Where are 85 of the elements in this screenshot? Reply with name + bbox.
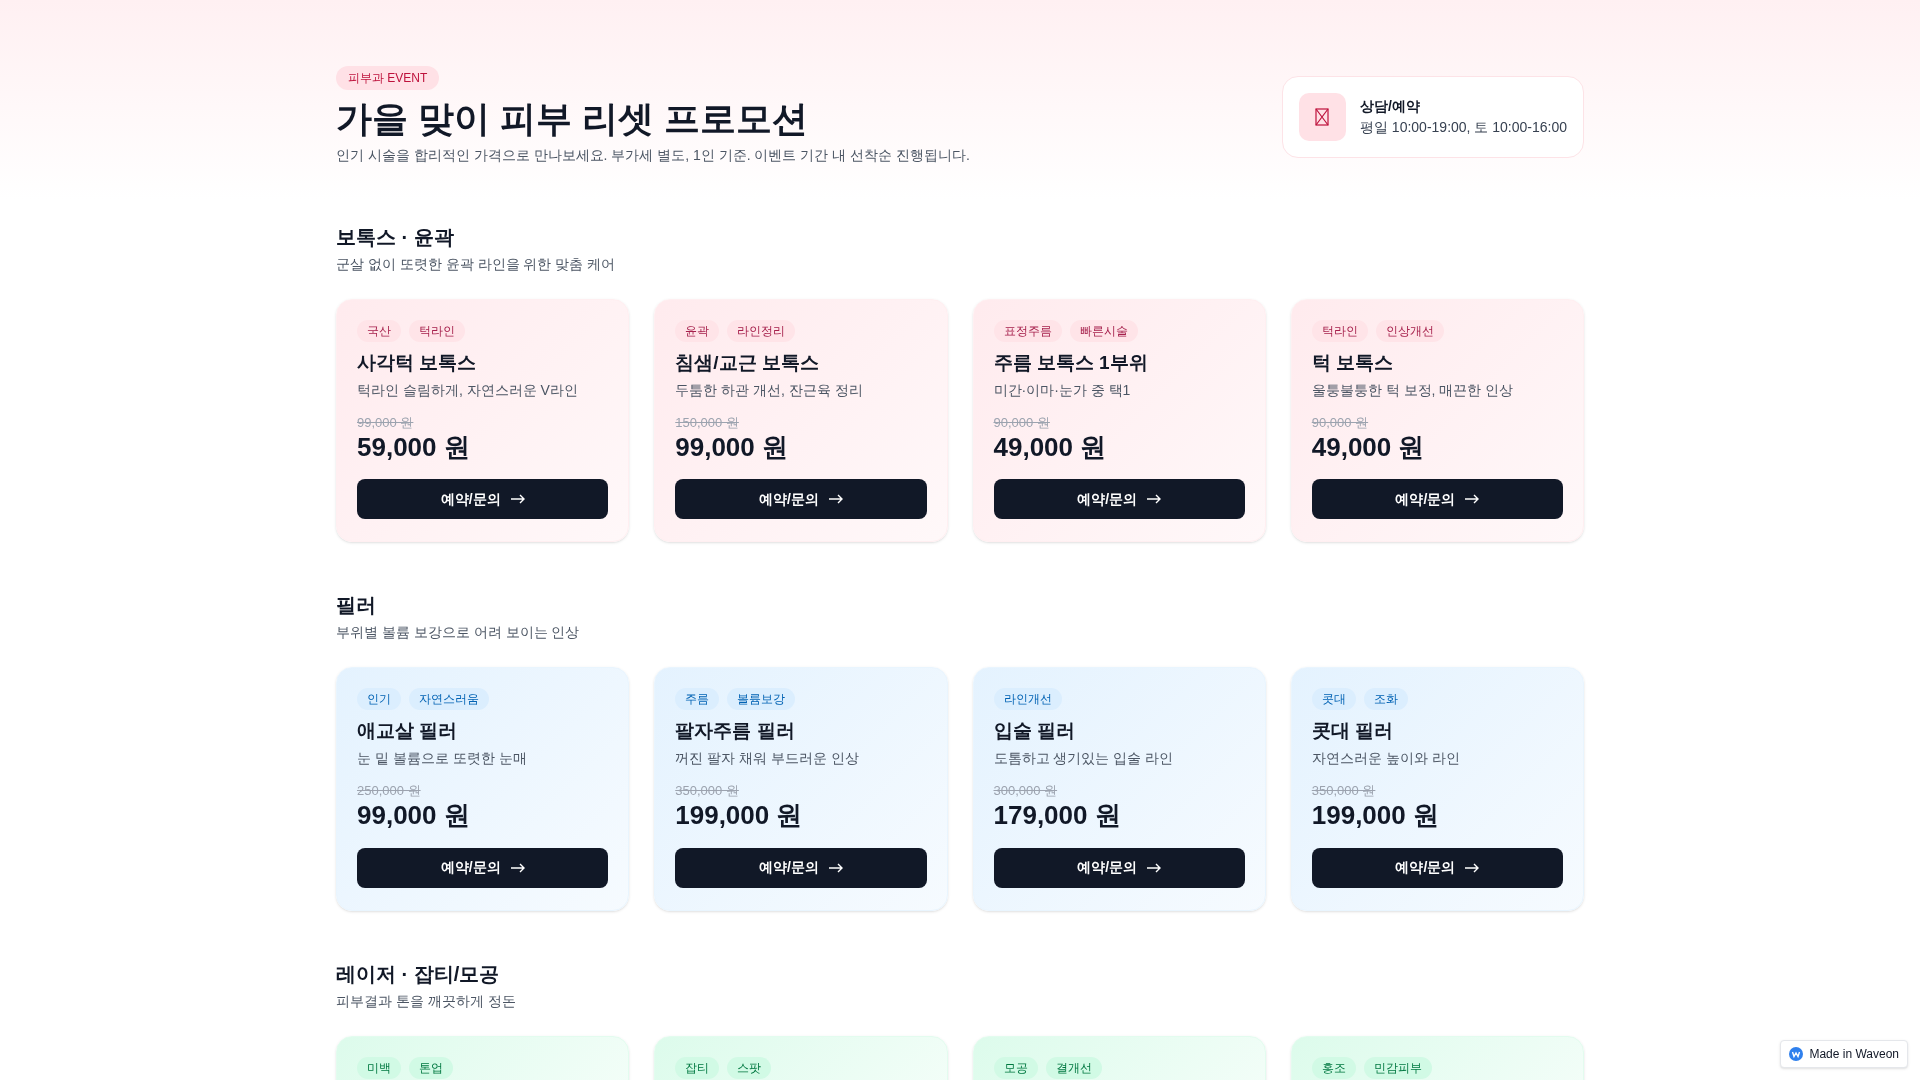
tag: 스팟 <box>727 1056 772 1079</box>
page-subtitle: 인기 시술을 합리적인 가격으로 만나보세요. 부가세 별도, 1인 기준. 이벤트 기간 내 선착순 진행됩니다. <box>336 146 970 165</box>
original-price: 90,000 원 <box>993 413 1051 432</box>
product-description: 두툼한 하관 개선, 잔근육 정리 <box>675 380 864 400</box>
tag: 콧대 <box>1311 688 1356 711</box>
product-name: 턱 보톡스 <box>1311 351 1395 375</box>
arrow-right-icon <box>1147 494 1162 505</box>
arrow-right-icon <box>1465 862 1480 873</box>
tag: 턱라인 <box>1311 320 1368 342</box>
arrow-right-icon <box>1147 862 1162 873</box>
tag: 인상개선 <box>1375 320 1444 342</box>
sale-price: 179,000 원 <box>993 800 1122 832</box>
section-title: 보톡스 · 윤곽 <box>336 225 455 250</box>
product-name: 애교살 필러 <box>357 719 459 744</box>
section-title: 레이저 · 잡티/모공 <box>336 961 501 987</box>
tag: 주름 <box>675 688 720 711</box>
arrow-right-icon <box>828 862 843 873</box>
tag: 빠른시술 <box>1069 320 1138 342</box>
contact-hours: 평일 10:00-19:00, 토 10:00-16:00 <box>1359 118 1567 137</box>
arrow-right-icon <box>510 494 525 505</box>
arrow-right-icon <box>1465 494 1480 505</box>
reserve-button[interactable]: 예약/문의 <box>357 479 609 520</box>
sale-price: 49,000 원 <box>993 432 1108 464</box>
product-name: 침샘/교근 보톡스 <box>675 351 820 375</box>
product-name: 입술 필러 <box>993 719 1076 744</box>
tag: 볼륨보강 <box>727 688 796 711</box>
original-price: 350,000 원 <box>675 781 740 800</box>
section-subtitle: 군살 없이 또렷한 윤곽 라인을 위한 맞춤 케어 <box>336 255 617 274</box>
section-subtitle: 피부결과 톤을 깨끗하게 정돈 <box>336 991 517 1011</box>
reserve-button[interactable]: 예약/문의 <box>1311 479 1563 520</box>
arrow-right-icon <box>828 494 843 505</box>
product-description: 턱라인 슬림하게, 자연스러운 V라인 <box>357 380 579 400</box>
tag: 홍조 <box>1311 1056 1356 1079</box>
original-price: 250,000 원 <box>357 781 422 800</box>
tag: 자연스러움 <box>409 688 489 711</box>
original-price: 300,000 원 <box>993 781 1059 800</box>
sale-price: 199,000 원 <box>1311 800 1440 832</box>
tag: 라인개선 <box>993 688 1062 711</box>
product-description: 울퉁불퉁한 턱 보정, 매끈한 인상 <box>1311 380 1515 400</box>
sale-price: 49,000 원 <box>1311 432 1426 464</box>
logo-icon <box>1789 1047 1804 1061</box>
product-name: 사각턱 보톡스 <box>357 351 478 375</box>
original-price: 99,000 원 <box>357 413 415 432</box>
reserve-button[interactable]: 예약/문의 <box>675 847 927 888</box>
made-in-badge[interactable]: Made in Waveon <box>1780 1040 1908 1068</box>
tag: 결개선 <box>1045 1056 1102 1079</box>
tag: 턱라인 <box>409 320 465 342</box>
section-title: 필러 <box>336 593 377 619</box>
tag: 표정주름 <box>993 320 1062 342</box>
product-name: 팔자주름 필러 <box>675 719 796 744</box>
tag: 라인정리 <box>727 320 796 342</box>
tag: 모공 <box>993 1056 1038 1079</box>
tag: 미백 <box>357 1056 401 1079</box>
tag: 조화 <box>1363 688 1408 711</box>
original-price: 350,000 원 <box>1311 781 1377 800</box>
tag: 잡티 <box>675 1056 720 1079</box>
box-x-icon <box>1315 108 1330 126</box>
product-description: 도톰하고 생기있는 입술 라인 <box>993 748 1175 768</box>
tag: 인기 <box>357 688 401 711</box>
reserve-button[interactable]: 예약/문의 <box>993 479 1245 520</box>
contact-title: 상담/예약 <box>1359 97 1421 116</box>
event-badge: 피부과 EVENT <box>336 66 440 90</box>
section-subtitle: 부위별 볼륨 보강으로 어려 보이는 인상 <box>336 623 581 643</box>
sale-price: 99,000 원 <box>357 800 471 832</box>
product-name: 콧대 필러 <box>1311 719 1395 744</box>
tag: 민감피부 <box>1363 1056 1432 1079</box>
sale-price: 59,000 원 <box>357 432 471 464</box>
tag: 윤곽 <box>675 320 720 342</box>
reserve-button[interactable]: 예약/문의 <box>993 847 1245 888</box>
sale-price: 99,000 원 <box>675 432 789 464</box>
product-description: 미간·이마·눈가 중 택1 <box>993 380 1132 400</box>
reserve-button[interactable]: 예약/문의 <box>357 847 609 888</box>
product-name: 주름 보톡스 1부위 <box>993 351 1149 375</box>
tag: 국산 <box>357 320 401 342</box>
product-description: 자연스러운 높이와 라인 <box>1311 748 1461 768</box>
reserve-button[interactable]: 예약/문의 <box>675 479 927 520</box>
reserve-button[interactable]: 예약/문의 <box>1311 847 1563 888</box>
tag: 톤업 <box>409 1056 453 1079</box>
original-price: 90,000 원 <box>1311 413 1370 432</box>
original-price: 150,000 원 <box>675 413 740 432</box>
page-title: 가을 맞이 피부 리셋 프로모션 <box>336 97 808 141</box>
product-description: 꺼진 팔자 채워 부드러운 인상 <box>675 748 860 768</box>
sale-price: 199,000 원 <box>675 800 804 832</box>
arrow-right-icon <box>510 862 525 873</box>
product-description: 눈 밑 볼륨으로 또렷한 눈매 <box>357 748 528 768</box>
